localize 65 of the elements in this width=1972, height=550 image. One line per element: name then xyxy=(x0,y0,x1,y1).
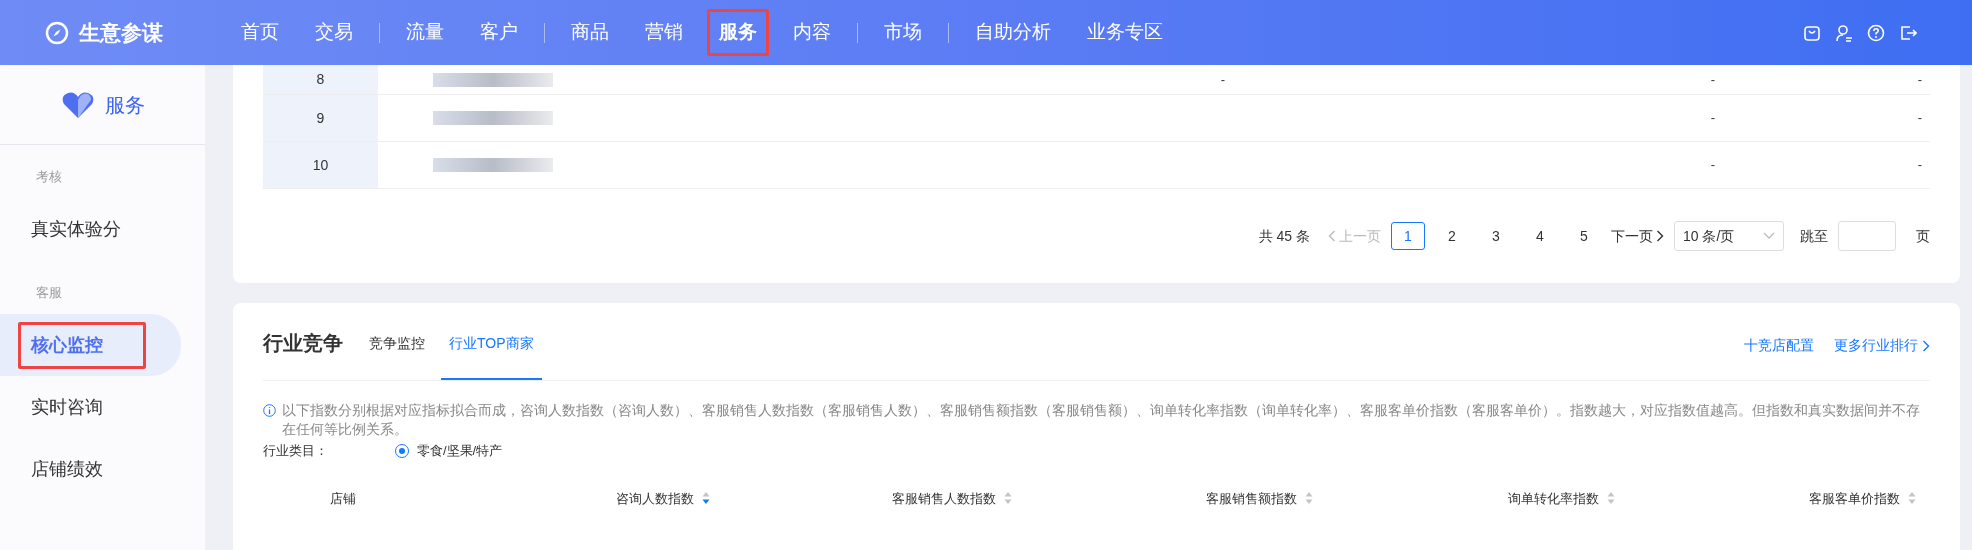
chevron-right-icon xyxy=(1656,230,1664,242)
nav-tab[interactable]: 自助分析 xyxy=(963,9,1063,56)
column-header: 客服销售人数指数 xyxy=(891,489,996,508)
chevron-right-icon xyxy=(1922,339,1930,352)
column-header: 客服客单价指数 xyxy=(1809,489,1901,508)
sort-icon[interactable] xyxy=(702,491,711,506)
logout-icon[interactable] xyxy=(1899,23,1917,42)
page-button[interactable]: 3 xyxy=(1479,222,1513,250)
table-cell: - xyxy=(1220,71,1225,87)
table-cell: - xyxy=(1710,71,1715,87)
table-cell: - xyxy=(1917,110,1922,126)
more-rankings-link[interactable]: 更多行业排行 xyxy=(1834,335,1930,356)
sidebar-item[interactable]: 核心监控 xyxy=(0,314,181,376)
page-button[interactable]: 4 xyxy=(1523,222,1557,250)
column-header: 询单转化率指数 xyxy=(1507,489,1599,508)
compass-logo-icon xyxy=(45,20,69,45)
sidebar-item[interactable]: 真实体验分 xyxy=(0,198,205,261)
sidebar-title: 服务 xyxy=(104,92,145,118)
nav-tab[interactable]: 营销 xyxy=(633,9,695,56)
category-label: 行业类目： xyxy=(263,442,329,460)
section-tab[interactable]: 竞争监控 xyxy=(361,333,433,380)
page-size-select[interactable]: 10 条/页 xyxy=(1674,221,1784,251)
competitor-config-link[interactable]: 十竞店配置 xyxy=(1744,335,1814,356)
page-suffix: 页 xyxy=(1916,226,1930,246)
row-index-cell: 8 xyxy=(263,65,378,94)
jump-page-input[interactable] xyxy=(1838,221,1896,251)
total-count: 共 45 条 xyxy=(1258,226,1310,246)
column-header: 咨询人数指数 xyxy=(616,489,695,508)
nav-tab[interactable]: 内容 xyxy=(781,9,843,56)
chevron-left-icon xyxy=(1328,230,1336,242)
page-button[interactable]: 1 xyxy=(1391,222,1425,250)
notice-text: 以下指数分别根据对应指标拟合而成，咨询人数指数（咨询人数）、客服销售人数指数（客服销售人数）、客服销售额指数（客服销售额）、询单转化率指数（询单转化率）、客服客单价指数（客服客单价）。指数越大，对应指数值越高。但指数和真实数据间并不存在任何等比例关系。 xyxy=(282,401,1920,439)
column-header: 客服销售额指数 xyxy=(1206,489,1298,508)
chevron-down-icon xyxy=(1763,232,1775,240)
page-button[interactable]: 2 xyxy=(1435,222,1469,250)
nav-tab[interactable]: 交易 xyxy=(303,9,365,56)
table-cell: - xyxy=(1710,157,1715,173)
section-tab[interactable]: 行业TOP商家 xyxy=(441,333,542,380)
help-icon[interactable] xyxy=(1867,23,1885,42)
user-icon[interactable] xyxy=(1835,23,1853,42)
table-cell: - xyxy=(1917,157,1922,173)
nav-tab[interactable]: 客户 xyxy=(468,9,530,56)
logo-text: 生意参谋 xyxy=(79,19,163,46)
info-icon xyxy=(263,404,276,417)
table-cell: - xyxy=(1710,110,1715,126)
bag-icon[interactable] xyxy=(1803,23,1821,42)
page-button[interactable]: 5 xyxy=(1567,222,1601,250)
radio-option[interactable]: 零食/坚果/特产 xyxy=(395,441,503,461)
row-index-cell: 9 xyxy=(263,95,378,141)
nav-tab[interactable]: 商品 xyxy=(559,9,621,56)
group-heading: 客服 xyxy=(35,283,63,302)
row-index-cell: 10 xyxy=(263,142,378,188)
nav-tab[interactable]: 流量 xyxy=(394,9,456,56)
nav-tab[interactable]: 首页 xyxy=(229,9,291,56)
group-heading: 考核 xyxy=(35,168,63,186)
section-title: 行业竞争 xyxy=(263,331,343,356)
column-header: 店铺 xyxy=(330,489,356,508)
nav-tab[interactable]: 服务 xyxy=(707,9,769,56)
table-cell: - xyxy=(1917,71,1922,87)
jump-label: 跳至 xyxy=(1800,226,1828,246)
sidebar-item[interactable]: 实时咨询 xyxy=(0,376,205,438)
sidebar-item[interactable]: 店铺绩效 xyxy=(0,438,205,500)
nav-tab[interactable]: 业务专区 xyxy=(1075,9,1175,56)
next-page-button[interactable]: 下一页 xyxy=(1611,225,1664,247)
nav-tab[interactable]: 市场 xyxy=(872,9,934,56)
